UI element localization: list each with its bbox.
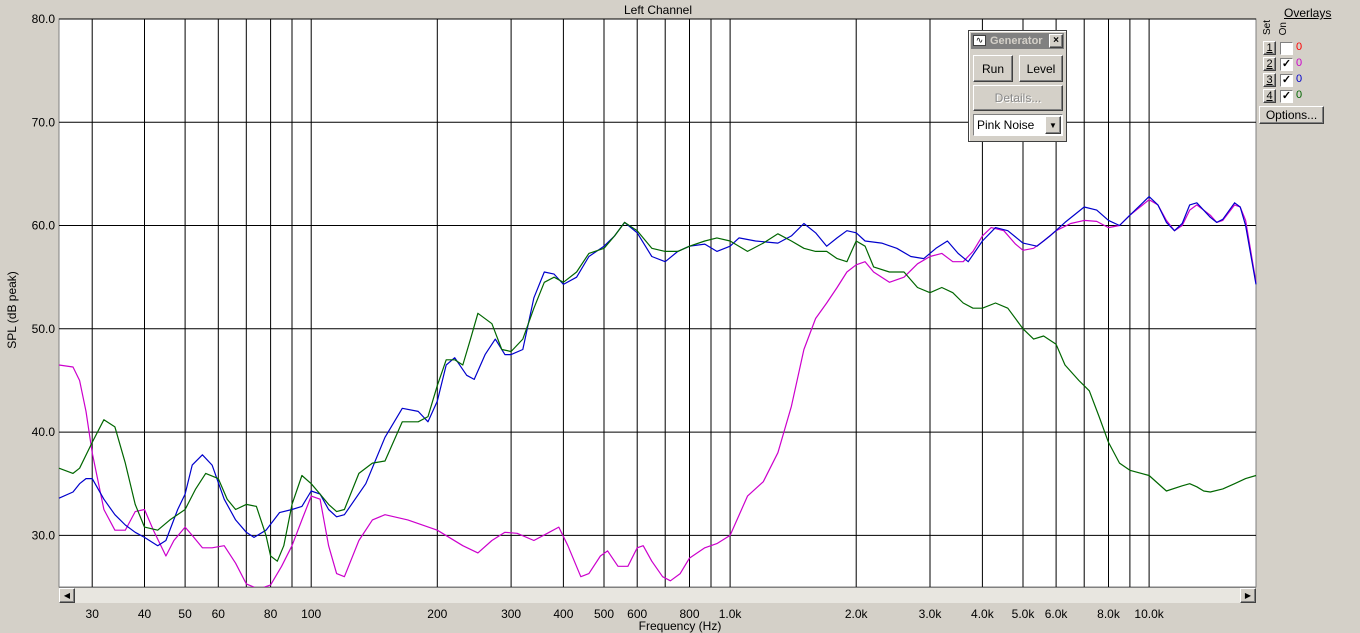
- run-button[interactable]: Run: [973, 55, 1013, 82]
- y-tick-label: 30.0: [32, 528, 56, 542]
- overlay-set-button[interactable]: 4: [1263, 89, 1276, 103]
- x-tick-label: 8.0k: [1097, 607, 1121, 621]
- x-tick-label: 2.0k: [845, 607, 869, 621]
- x-tick-label: 500: [594, 607, 614, 621]
- overlays-title[interactable]: Overlays: [1284, 6, 1331, 20]
- close-icon[interactable]: ×: [1049, 34, 1063, 48]
- x-tick-label: 50: [178, 607, 192, 621]
- signal-select[interactable]: Pink Noise ▼: [973, 114, 1063, 136]
- overlay-set-button[interactable]: 3: [1263, 73, 1276, 87]
- overlay-row-1: 1 0: [1263, 41, 1313, 56]
- chevron-down-icon[interactable]: ▼: [1045, 116, 1061, 134]
- y-tick-label: 40.0: [32, 425, 56, 439]
- scroll-left-button[interactable]: ◀: [59, 588, 75, 603]
- generator-window: ∿ Generator × Run Level Details... Pink …: [968, 30, 1067, 142]
- overlay-checkbox[interactable]: ✓: [1280, 58, 1293, 71]
- y-tick-label: 70.0: [32, 115, 56, 129]
- x-tick-label: 4.0k: [971, 607, 995, 621]
- level-button[interactable]: Level: [1019, 55, 1063, 82]
- set-column-label: Set: [1262, 20, 1273, 36]
- overlay-checkbox[interactable]: ✓: [1280, 74, 1293, 87]
- overlay-checkbox[interactable]: [1280, 42, 1293, 55]
- frequency-response-chart: Left Channel 30.0 40.0 50.0 60.0 70.0 80.0 30…: [5, 3, 1257, 633]
- x-tick-label: 80: [264, 607, 278, 621]
- generator-title-bar[interactable]: ∿ Generator ×: [971, 33, 1064, 49]
- overlay-set-button[interactable]: 2: [1263, 57, 1276, 71]
- y-tick-label: 50.0: [32, 322, 56, 336]
- plot-area: [58, 18, 1257, 588]
- overlay-value: 0: [1296, 41, 1303, 53]
- overlay-value: 0: [1296, 89, 1303, 101]
- chart-title: Left Channel: [624, 3, 692, 17]
- overlay-set-button[interactable]: 1: [1263, 41, 1276, 55]
- overlay-value: 0: [1296, 57, 1303, 69]
- signal-select-value: Pink Noise: [977, 118, 1035, 132]
- overlay-checkbox[interactable]: ✓: [1280, 90, 1293, 103]
- y-axis-label: SPL (dB peak): [5, 271, 19, 349]
- overlay-row-3: 3 ✓ 0: [1263, 73, 1313, 88]
- scroll-right-button[interactable]: ▶: [1240, 588, 1256, 603]
- x-tick-label: 5.0k: [1012, 607, 1036, 621]
- horizontal-scrollbar[interactable]: ◀ ▶: [59, 587, 1256, 603]
- x-tick-label: 40: [138, 607, 152, 621]
- on-column-label: On: [1278, 22, 1289, 36]
- waveform-icon: ∿: [973, 35, 986, 46]
- details-button[interactable]: Details...: [973, 85, 1063, 111]
- x-tick-label: 200: [427, 607, 447, 621]
- overlay-value: 0: [1296, 73, 1303, 85]
- options-button[interactable]: Options...: [1259, 106, 1324, 124]
- overlay-row-4: 4 ✓ 0: [1263, 89, 1313, 104]
- generator-title: Generator: [990, 35, 1043, 47]
- x-tick-label: 400: [553, 607, 573, 621]
- y-tick-label: 80.0: [32, 12, 56, 26]
- x-tick-label: 60: [212, 607, 226, 621]
- x-tick-label: 30: [86, 607, 100, 621]
- x-tick-label: 10.0k: [1134, 607, 1164, 621]
- x-tick-labels: 30 40 50 60 80 100 200 300 400 500 600 800 1.0k 2.0k 3…: [86, 607, 1165, 621]
- y-tick-label: 60.0: [32, 219, 56, 233]
- x-tick-label: 3.0k: [919, 607, 943, 621]
- x-tick-label: 1.0k: [719, 607, 743, 621]
- x-tick-label: 100: [301, 607, 321, 621]
- y-tick-labels: 30.0 40.0 50.0 60.0 70.0 80.0: [32, 12, 56, 542]
- x-tick-label: 300: [501, 607, 521, 621]
- x-axis-label: Frequency (Hz): [639, 619, 722, 633]
- overlay-row-2: 2 ✓ 0: [1263, 57, 1313, 72]
- x-tick-label: 6.0k: [1045, 607, 1069, 621]
